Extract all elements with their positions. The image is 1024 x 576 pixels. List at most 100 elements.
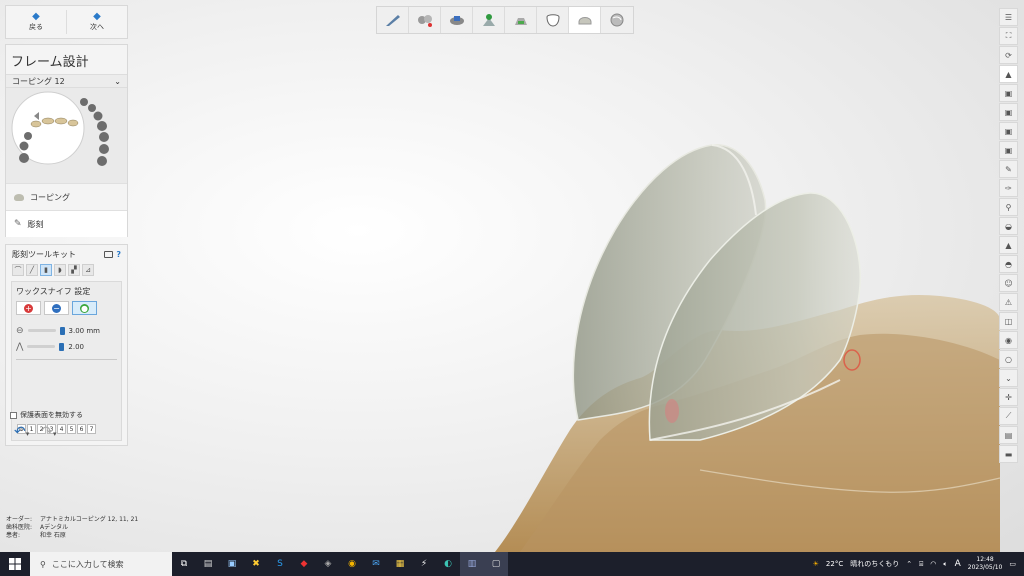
scan-icon: [417, 15, 432, 27]
ime-indicator[interactable]: A: [955, 559, 961, 569]
color-map-icon[interactable]: ◉: [999, 331, 1018, 349]
undo-redo-row: ↶▾ ↷▾: [14, 424, 57, 440]
rotate-view-icon[interactable]: ⟳: [999, 46, 1018, 64]
graduation-cap-icon[interactable]: ▲: [999, 65, 1018, 83]
workflow-insertion-button[interactable]: [473, 7, 505, 33]
view-back-icon[interactable]: ▣: [999, 103, 1018, 121]
workflow-finish-button[interactable]: [601, 7, 633, 33]
morph-tool-icon[interactable]: ▞: [68, 264, 80, 276]
network-icon[interactable]: ⌸: [919, 560, 923, 569]
smooth-material-button[interactable]: ●: [72, 301, 97, 315]
clock[interactable]: 12:48 2023/05/10: [968, 556, 1003, 572]
cross-section-icon[interactable]: ✛: [999, 388, 1018, 406]
tooth-arch-selector[interactable]: [6, 88, 127, 183]
notification-icon[interactable]: ▭: [1009, 560, 1016, 568]
coping-dropdown[interactable]: コーピング 12 ⌄: [6, 74, 127, 88]
knife-tool-icon[interactable]: ╱: [26, 264, 38, 276]
step-sculpt[interactable]: ✎ 彫刻: [6, 210, 127, 237]
strength-slider-thumb[interactable]: [59, 342, 65, 351]
view-right-icon[interactable]: ▣: [999, 141, 1018, 159]
panel-title: フレーム設計: [11, 55, 89, 70]
smooth-tool-icon[interactable]: ⌒: [12, 264, 24, 276]
chevron-down-icon[interactable]: ⌄: [999, 369, 1018, 387]
back-button[interactable]: ◆ 戻る: [6, 6, 66, 38]
volume-icon[interactable]: 🔈︎: [943, 560, 947, 569]
view-front-icon[interactable]: ▣: [999, 84, 1018, 102]
add-material-button[interactable]: +: [16, 301, 41, 315]
app-skype-icon[interactable]: S: [268, 552, 292, 576]
app-store-icon[interactable]: ▦: [388, 552, 412, 576]
protect-surface-checkbox[interactable]: [10, 411, 17, 419]
app-lightning-icon[interactable]: ⚡: [412, 552, 436, 576]
size-slider-thumb[interactable]: [59, 326, 65, 335]
workflow-margin-button[interactable]: [441, 7, 473, 33]
warning-icon[interactable]: ⚠: [999, 293, 1018, 311]
start-button[interactable]: [0, 552, 30, 576]
zoom-icon[interactable]: ⚲: [999, 198, 1018, 216]
coping-visibility-icon[interactable]: ◒: [999, 217, 1018, 235]
weather-temp[interactable]: 22°C: [826, 560, 843, 568]
adapt-tool-icon[interactable]: ⊿: [82, 264, 94, 276]
workflow-scan-button[interactable]: [409, 7, 441, 33]
dropdown-value: コーピング 12: [12, 76, 65, 86]
taskbar-search[interactable]: ⚲ ここに入力して検索: [30, 552, 172, 576]
view-left-icon[interactable]: ▣: [999, 122, 1018, 140]
step-coping[interactable]: コーピング: [6, 183, 127, 210]
app-mail-icon[interactable]: ✉: [364, 552, 388, 576]
toolkit-header: 彫刻ツールキット ?: [6, 245, 127, 264]
more-icon[interactable]: ▬: [999, 445, 1018, 463]
next-button[interactable]: ◆ 次へ: [67, 6, 127, 38]
size-icon: ⊖: [16, 325, 24, 336]
measure-icon[interactable]: ⟋: [999, 407, 1018, 425]
preset-5[interactable]: 5: [67, 424, 76, 434]
app-explorer-icon[interactable]: ▤: [196, 552, 220, 576]
app-edge-icon[interactable]: ◐: [436, 552, 460, 576]
size-slider[interactable]: [27, 329, 56, 332]
search-placeholder: ここに入力して検索: [51, 559, 124, 569]
task-view-icon[interactable]: ⧉: [172, 552, 196, 576]
workflow-prepare-button[interactable]: [377, 7, 409, 33]
workflow-coping-button[interactable]: [537, 7, 569, 33]
wax-knife-tool-icon[interactable]: ▮: [40, 264, 52, 276]
app-dental-design-icon[interactable]: ▢: [484, 552, 508, 576]
clip-plane-icon[interactable]: ◫: [999, 312, 1018, 330]
order-info: オーダー: アナトミカルコーピング 12, 11, 21 歯科医院: Aデンタル 患…: [6, 516, 138, 540]
3d-viewport[interactable]: [0, 0, 1024, 552]
app-chrome-icon[interactable]: ◉: [340, 552, 364, 576]
wax-tool-icon[interactable]: ✑: [999, 179, 1018, 197]
fullscreen-icon[interactable]: ⛶: [999, 27, 1018, 45]
transparency-icon[interactable]: ○: [999, 350, 1018, 368]
screenshot-icon[interactable]: ▤: [999, 426, 1018, 444]
menu-icon[interactable]: ☰: [999, 8, 1018, 26]
video-icon[interactable]: [104, 251, 114, 258]
undo-icon[interactable]: ↶▾: [14, 424, 29, 440]
weather-text[interactable]: 晴れのちくもり: [850, 559, 899, 569]
knife-icon: [385, 15, 400, 26]
workflow-design-button[interactable]: [505, 7, 537, 33]
workflow-sculpt-button[interactable]: [569, 7, 601, 33]
chevron-up-icon[interactable]: ⌃: [906, 560, 912, 568]
preset-6[interactable]: 6: [77, 424, 86, 434]
app-gray-icon[interactable]: ◈: [316, 552, 340, 576]
remove-material-button[interactable]: −: [44, 301, 69, 315]
order-value: アナトミカルコーピング 12, 11, 21: [40, 516, 139, 523]
app-edge-legacy-icon[interactable]: ▣: [220, 552, 244, 576]
strength-slider[interactable]: [27, 345, 56, 348]
preset-7[interactable]: 7: [87, 424, 96, 434]
knife-tool-icon[interactable]: ✎: [999, 160, 1018, 178]
jaw-visibility-icon[interactable]: ▲: [999, 236, 1018, 254]
help-button[interactable]: ?: [116, 250, 121, 259]
app-red-diamond-icon[interactable]: ◆: [292, 552, 316, 576]
insertion-icon: [482, 14, 495, 26]
redo-icon[interactable]: ↷▾: [41, 424, 56, 440]
shape-tool-icon[interactable]: ◗: [54, 264, 66, 276]
protect-surface-checkbox-row[interactable]: 保護表面を無効する: [10, 410, 83, 420]
antagonist-visibility-icon[interactable]: ◓: [999, 255, 1018, 273]
size-value: 3.00 mm: [68, 326, 100, 335]
app-x-icon[interactable]: ✖: [244, 552, 268, 576]
face-icon[interactable]: ☺: [999, 274, 1018, 292]
preset-4[interactable]: 4: [57, 424, 66, 434]
wifi-icon[interactable]: ◠: [930, 560, 936, 568]
app-dental-icon[interactable]: ▥: [460, 552, 484, 576]
weather-icon[interactable]: ☀: [813, 560, 819, 568]
